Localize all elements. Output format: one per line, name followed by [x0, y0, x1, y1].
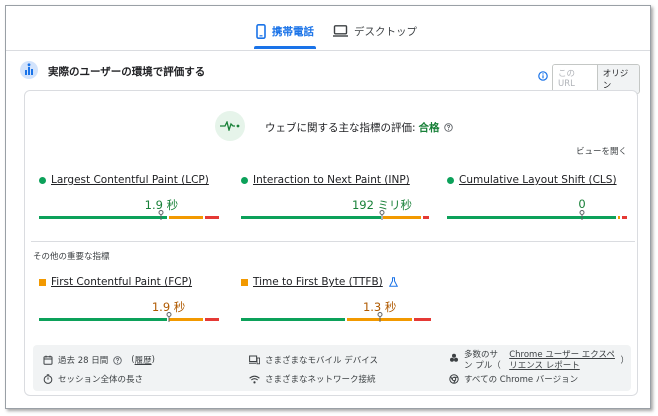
metric-1: Largest Contentful Paint (LCP) 1.9 秒 — [39, 174, 219, 222]
distribution-bar — [39, 318, 219, 321]
needs-improvement-icon — [241, 278, 248, 286]
good-segment — [39, 318, 168, 321]
chrome-versions: すべての Chrome バージョン — [449, 373, 578, 385]
good-status-icon — [39, 176, 46, 184]
metric-link[interactable]: Largest Contentful Paint (LCP) — [51, 174, 209, 186]
history-paren-close: ) — [151, 355, 155, 365]
p75-marker — [377, 312, 383, 322]
metric-3: Cumulative Layout Shift (CLS) 0 — [447, 174, 628, 222]
network-text: さまざまなネットワーク接続 — [265, 375, 376, 385]
chrome-versions-text: すべての Chrome バージョン — [464, 375, 579, 385]
samples-prefix: 多数のサン プル（ — [464, 350, 501, 371]
calendar-icon — [43, 355, 53, 365]
page-frame: 携帯電話 デスクトップ 実際のユーザーの環境で評価する この URL オリジン — [5, 5, 651, 409]
devices-icon — [249, 355, 260, 365]
poor-segment — [621, 216, 628, 219]
distribution-bar — [241, 318, 431, 321]
needs-improvement-segment — [382, 216, 422, 219]
metric-name: Time to First Byte (TTFB) — [241, 276, 398, 288]
metric-link[interactable]: Interaction to Next Paint (INP) — [253, 174, 410, 186]
experimental-beaker-icon — [388, 277, 398, 287]
network-type: さまざまなネットワーク接続 — [249, 373, 376, 385]
tab-mobile[interactable]: 携帯電話 — [256, 16, 314, 46]
history-link[interactable]: 履歴 — [135, 354, 152, 366]
sample-source: 多数のサン プル（ Chrome ユーザー エクスペリエンス レポート ） — [449, 350, 629, 372]
needs-improvement-icon — [39, 278, 46, 286]
origin-button[interactable]: オリジン — [597, 65, 639, 93]
tab-desktop-label: デスクトップ — [354, 25, 417, 38]
metric-name: First Contentful Paint (FCP) — [39, 276, 192, 288]
session-length: セッション全体の長さ — [43, 373, 143, 385]
good-status-icon — [447, 176, 454, 184]
distribution-bar — [241, 216, 429, 219]
assessment-label: ウェブに関する主な指標の評価: — [265, 122, 416, 134]
wifi-icon — [249, 375, 260, 384]
p75-marker — [158, 210, 164, 220]
metric-link[interactable]: Cumulative Layout Shift (CLS) — [459, 174, 617, 186]
p75-marker — [379, 210, 385, 220]
tab-desktop[interactable]: デスクトップ — [333, 16, 417, 46]
p75-marker — [579, 210, 585, 220]
metric-value: 0 — [578, 197, 586, 211]
help-icon[interactable] — [443, 123, 453, 132]
p75-marker — [166, 312, 172, 322]
field-data-card: ウェブに関する主な指標の評価: 合格 ビューを開く Largest Conten… — [24, 90, 638, 396]
metric-link[interactable]: First Contentful Paint (FCP) — [51, 276, 192, 288]
period-help-icon[interactable] — [113, 355, 122, 365]
smartphone-icon — [256, 23, 266, 39]
device-type: さまざまなモバイル デバイス — [249, 354, 378, 366]
samples-icon — [449, 353, 459, 363]
device-tabs: 携帯電話 デスクトップ — [6, 16, 650, 51]
users-chart-icon — [20, 61, 38, 79]
good-segment — [39, 216, 168, 219]
devices-text: さまざまなモバイル デバイス — [265, 356, 378, 366]
pulse-icon — [215, 111, 245, 141]
metric-name: Largest Contentful Paint (LCP) — [39, 174, 209, 186]
collection-period: 過去 28 日間 ( 履歴 ) — [43, 354, 155, 366]
crux-report-link[interactable]: Chrome ユーザー エクスペリエンス レポート — [509, 350, 620, 372]
data-source-footer: 過去 28 日間 ( 履歴 ) セッション全体の長さ さまざまなモバイル デバイ… — [33, 345, 631, 391]
tab-mobile-label: 携帯電話 — [272, 25, 314, 38]
metric-2: Interaction to Next Paint (INP) 192 ミリ秒 — [241, 174, 429, 222]
expand-view-link[interactable]: ビューを開く — [576, 145, 627, 157]
poor-segment — [414, 318, 431, 321]
good-status-icon — [241, 176, 248, 184]
desktop-icon — [333, 25, 348, 37]
metric-1: First Contentful Paint (FCP) 1.9 秒 — [39, 276, 219, 324]
poor-segment — [204, 216, 219, 219]
assessment-result: 合格 — [418, 122, 440, 134]
metric-name: Interaction to Next Paint (INP) — [241, 174, 410, 186]
poor-segment — [204, 318, 219, 321]
period-text: 過去 28 日間 — [58, 356, 109, 366]
active-tab-indicator — [254, 46, 316, 49]
needs-improvement-segment — [169, 216, 203, 219]
metric-2: Time to First Byte (TTFB) 1.3 秒 — [241, 276, 431, 324]
needs-improvement-segment — [617, 216, 620, 219]
section-divider — [31, 241, 635, 242]
distribution-bar — [39, 216, 219, 219]
info-icon[interactable] — [538, 66, 548, 85]
good-segment — [241, 216, 381, 219]
needs-improvement-segment — [169, 318, 203, 321]
field-data-header: 実際のユーザーの環境で評価する この URL オリジン — [20, 61, 640, 94]
metric-link[interactable]: Time to First Byte (TTFB) — [253, 276, 383, 288]
assessment-text: ウェブに関する主な指標の評価: 合格 — [265, 120, 453, 135]
cwv-assessment: ウェブに関する主な指標の評価: 合格 — [25, 111, 637, 141]
metric-name: Cumulative Layout Shift (CLS) — [447, 174, 617, 186]
tabs-divider — [6, 50, 650, 51]
this-url-button[interactable]: この URL — [553, 65, 598, 93]
poor-segment — [423, 216, 429, 219]
good-segment — [447, 216, 616, 219]
chrome-icon — [449, 374, 459, 384]
section-title: 実際のユーザーの環境で評価する — [48, 66, 206, 78]
other-metrics-title: その他の重要な指標 — [33, 252, 110, 262]
session-text: セッション全体の長さ — [58, 375, 144, 385]
samples-suffix: ） — [620, 356, 629, 366]
distribution-bar — [447, 216, 628, 219]
good-segment — [241, 318, 346, 321]
timer-icon — [43, 374, 53, 384]
